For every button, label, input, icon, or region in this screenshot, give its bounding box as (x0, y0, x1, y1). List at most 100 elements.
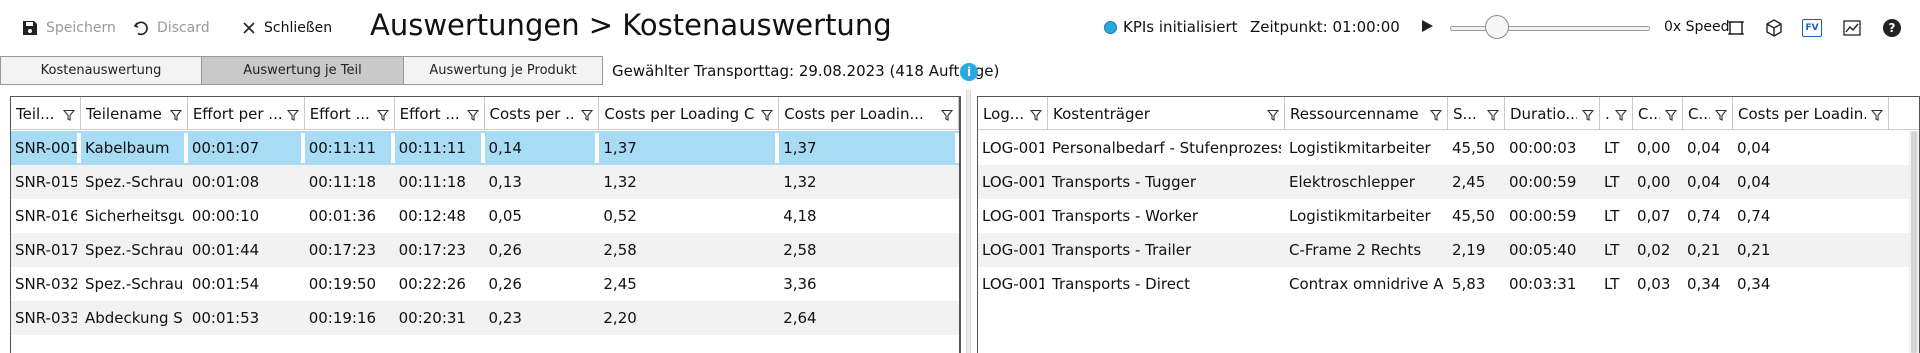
filter-icon[interactable] (940, 107, 954, 125)
column-header-label: S... (1453, 104, 1477, 123)
filter-icon[interactable] (1870, 107, 1884, 125)
toolbar: Speichern Discard Schließen Auswertungen… (0, 0, 1920, 56)
filter-icon[interactable] (1664, 107, 1678, 125)
column-header[interactable]: Kostenträger (1048, 97, 1285, 130)
table-cell: LOG-001 (982, 139, 1048, 157)
column-header[interactable]: Costs per Loading C... (599, 97, 780, 130)
filter-icon[interactable] (286, 107, 299, 125)
table-row[interactable]: SNR-017Spez.-Schraube 00:01:44 00:17:23 00:… (11, 233, 959, 267)
column-header[interactable]: Duratio... (1505, 97, 1600, 130)
table-cell: 0,02 (1637, 241, 1671, 259)
column-header[interactable]: Effort ... (395, 97, 485, 130)
filter-icon[interactable] (581, 107, 594, 125)
parts-table-header: Teil... Teilename Effort per ... Effort ...… (11, 97, 959, 130)
filter-icon[interactable] (1029, 107, 1043, 125)
table-row[interactable]: LOG-001 Personalbedarf - Stufenprozesse Lo… (978, 131, 1919, 165)
table-cell: 4,18 (783, 207, 817, 225)
kpi-status: KPIs initialisiert (1104, 18, 1238, 36)
table-row[interactable]: LOG-001 Transports - Tugger Elektroschlepp… (978, 165, 1919, 199)
table-row[interactable]: SNR-032Spez.-Schraube 00:01:54 00:19:50 00:… (11, 267, 959, 301)
table-cell: 00:17:23 (398, 241, 466, 259)
filter-icon[interactable] (466, 107, 479, 125)
table-cell: SNR-001 (11, 133, 81, 163)
column-header-label: Teil... (16, 104, 55, 123)
table-cell: 00:11:18 (398, 173, 466, 191)
column-header[interactable]: ... (1600, 97, 1633, 130)
scrollbar-thumb[interactable] (1911, 131, 1917, 353)
fit-view-icon[interactable] (1724, 16, 1748, 40)
discard-button[interactable]: Discard (133, 16, 210, 40)
table-cell: LT (1604, 173, 1620, 191)
table-cell: Kabelbaum (81, 133, 188, 163)
slider-thumb[interactable] (1485, 15, 1509, 39)
filter-icon[interactable] (1266, 107, 1280, 125)
filter-icon[interactable] (1429, 107, 1443, 125)
column-header-label: Costs per Loadin... (1738, 104, 1866, 123)
column-header[interactable]: C... (1683, 97, 1733, 130)
filter-icon[interactable] (1614, 107, 1628, 125)
table-row[interactable]: LOG-001 Transports - Worker Logistikmitarb… (978, 199, 1919, 233)
filter-icon[interactable] (761, 107, 774, 125)
table-row[interactable]: LOG-001 Transports - Direct Contrax omnidr… (978, 267, 1919, 301)
info-icon[interactable]: i (960, 63, 978, 81)
column-header-label: Log... (983, 104, 1025, 123)
tab-kostenauswertung[interactable]: Kostenauswertung (0, 56, 202, 85)
table-cell: 0,26 (488, 241, 522, 259)
play-icon[interactable] (1422, 20, 1433, 32)
table-row[interactable]: SNR-001 Kabelbaum 00:01:07 00:11:11 00:11:11… (11, 131, 959, 165)
close-button[interactable]: Schließen (242, 16, 332, 40)
table-row[interactable]: SNR-016 Sicherheitsgurt 00:00:10 00:01:36 00… (11, 199, 959, 233)
split-divider[interactable] (966, 90, 971, 353)
transport-day-label: Gewählter Transporttag: 29.08.2023 (418 … (612, 62, 1000, 80)
table-cell: 00:11:11 (305, 133, 395, 163)
table-cell: 2,64 (783, 309, 817, 327)
column-header[interactable]: S... (1448, 97, 1505, 130)
filter-icon[interactable] (376, 107, 389, 125)
filter-icon[interactable] (62, 107, 76, 125)
column-header[interactable]: Teil... (11, 97, 81, 130)
column-header-label: ... (1605, 104, 1610, 123)
table-row[interactable]: SNR-015Spez.-Schraube 00:01:08 00:11:18 00:… (11, 165, 959, 199)
3d-cube-icon[interactable] (1762, 16, 1786, 40)
column-header[interactable]: Costs per Loadin... (1733, 97, 1889, 130)
speed-slider[interactable] (1450, 15, 1650, 39)
table-cell: 00:17:23 (308, 241, 377, 259)
parts-table: Teil... Teilename Effort per ... Effort ...… (10, 96, 961, 353)
column-header[interactable]: Costs per Loadin... (779, 97, 959, 130)
table-row[interactable]: SNR-033Abdeckung Sich00:01:53 00:19:16 00:… (11, 301, 959, 335)
table-cell: 1,37 (599, 133, 780, 163)
table-cell: 0,74 (1737, 207, 1771, 225)
column-header[interactable]: Effort per ... (188, 97, 305, 130)
table-cell: 00:20:31 (398, 309, 466, 327)
filter-icon[interactable] (1486, 107, 1500, 125)
chart-icon[interactable] (1840, 16, 1864, 40)
column-header[interactable]: Teilename (81, 97, 188, 130)
column-header[interactable]: Ressourcenname (1285, 97, 1448, 130)
column-header[interactable]: Log... (978, 97, 1048, 130)
table-cell: 2,58 (783, 241, 817, 259)
speed-label: 0x Speed (1664, 19, 1730, 35)
column-header-label: Ressourcenname (1290, 104, 1419, 123)
table-cell: Personalbedarf - Stufenprozesse (1052, 139, 1285, 157)
filter-icon[interactable] (169, 107, 182, 125)
column-header-label: Effort ... (399, 104, 460, 123)
cost-table-scrollbar[interactable] (1909, 131, 1919, 353)
help-icon[interactable]: ? (1880, 16, 1904, 40)
column-header[interactable]: C... (1633, 97, 1683, 130)
column-header[interactable]: Effort ... (305, 97, 395, 130)
tab-auswertung-je-teil[interactable]: Auswertung je Teil (201, 56, 404, 85)
table-row[interactable]: LOG-001 Transports - Trailer C-Frame 2 Rec… (978, 233, 1919, 267)
table-cell: 45,50 (1452, 139, 1495, 157)
table-cell: LT (1604, 241, 1620, 259)
table-cell: 2,58 (603, 241, 637, 259)
table-cell: SNR-033 (15, 309, 80, 327)
table-cell: 2,45 (603, 275, 637, 293)
table-cell: 2,19 (1452, 241, 1486, 259)
fv-icon[interactable]: FV (1800, 16, 1824, 40)
save-button[interactable]: Speichern (22, 16, 116, 40)
filter-icon[interactable] (1714, 107, 1728, 125)
column-header[interactable]: Costs per ... (485, 97, 600, 130)
table-cell: 00:01:07 (188, 133, 305, 163)
filter-icon[interactable] (1581, 107, 1595, 125)
tab-auswertung-je-produkt[interactable]: Auswertung je Produkt (403, 56, 603, 85)
